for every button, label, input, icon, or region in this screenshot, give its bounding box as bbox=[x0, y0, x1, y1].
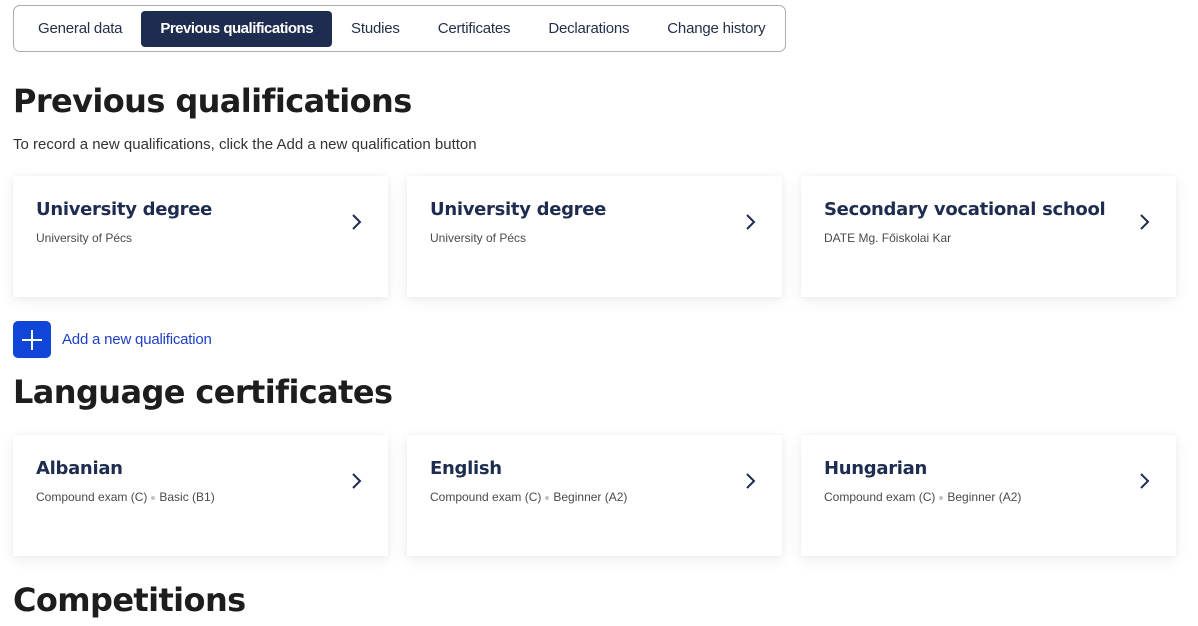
card-subtitle: DATE Mg. Főiskolai Kar bbox=[824, 231, 952, 245]
exam-level: Beginner (A2) bbox=[553, 490, 628, 504]
qualification-card[interactable]: Secondary vocational school DATE Mg. Fői… bbox=[801, 176, 1176, 297]
exam-level: Beginner (A2) bbox=[947, 490, 1022, 504]
card-subtitle: Compound exam (C) Beginner (A2) bbox=[824, 490, 1021, 504]
tab-change-history[interactable]: Change history bbox=[648, 11, 784, 47]
plus-icon[interactable] bbox=[13, 321, 51, 358]
chevron-right-icon bbox=[352, 214, 362, 230]
tab-bar: General data Previous qualifications Stu… bbox=[13, 5, 786, 52]
exam-type: Compound exam (C) bbox=[36, 490, 148, 504]
card-subtitle: University of Pécs bbox=[36, 231, 133, 245]
card-title: Hungarian bbox=[824, 458, 928, 479]
tab-declarations[interactable]: Declarations bbox=[529, 11, 648, 47]
language-certificates-heading: Language certificates bbox=[13, 373, 393, 411]
tab-previous-qualifications[interactable]: Previous qualifications bbox=[141, 10, 333, 47]
card-title: University degree bbox=[430, 199, 607, 220]
tab-studies[interactable]: Studies bbox=[332, 11, 419, 47]
language-card[interactable]: English Compound exam (C) Beginner (A2) bbox=[407, 435, 782, 556]
competitions-heading: Competitions bbox=[13, 581, 246, 619]
separator-dot bbox=[545, 495, 550, 500]
card-subtitle: University of Pécs bbox=[430, 231, 527, 245]
previous-qualifications-heading: Previous qualifications bbox=[13, 82, 412, 120]
chevron-right-icon bbox=[1140, 214, 1150, 230]
chevron-right-icon bbox=[352, 473, 362, 489]
card-subtitle: Compound exam (C) Beginner (A2) bbox=[430, 490, 627, 504]
chevron-right-icon bbox=[746, 214, 756, 230]
tab-certificates[interactable]: Certificates bbox=[419, 11, 530, 47]
exam-level: Basic (B1) bbox=[159, 490, 215, 504]
chevron-right-icon bbox=[746, 473, 756, 489]
card-title: English bbox=[430, 458, 502, 479]
card-title: Secondary vocational school bbox=[824, 199, 1106, 220]
qualification-card[interactable]: University degree University of Pécs bbox=[13, 176, 388, 297]
exam-type: Compound exam (C) bbox=[430, 490, 542, 504]
add-qualification-button[interactable]: Add a new qualification bbox=[13, 321, 212, 358]
qualification-card[interactable]: University degree University of Pécs bbox=[407, 176, 782, 297]
language-card[interactable]: Albanian Compound exam (C) Basic (B1) bbox=[13, 435, 388, 556]
add-qualification-label[interactable]: Add a new qualification bbox=[62, 331, 212, 348]
card-title: University degree bbox=[36, 199, 213, 220]
separator-dot bbox=[939, 495, 944, 500]
chevron-right-icon bbox=[1140, 473, 1150, 489]
exam-type: Compound exam (C) bbox=[824, 490, 936, 504]
card-subtitle: Compound exam (C) Basic (B1) bbox=[36, 490, 215, 504]
separator-dot bbox=[151, 495, 156, 500]
tab-general-data[interactable]: General data bbox=[19, 11, 141, 47]
qualifications-hint: To record a new qualifications, click th… bbox=[13, 136, 477, 153]
language-card[interactable]: Hungarian Compound exam (C) Beginner (A2) bbox=[801, 435, 1176, 556]
card-title: Albanian bbox=[36, 458, 123, 479]
